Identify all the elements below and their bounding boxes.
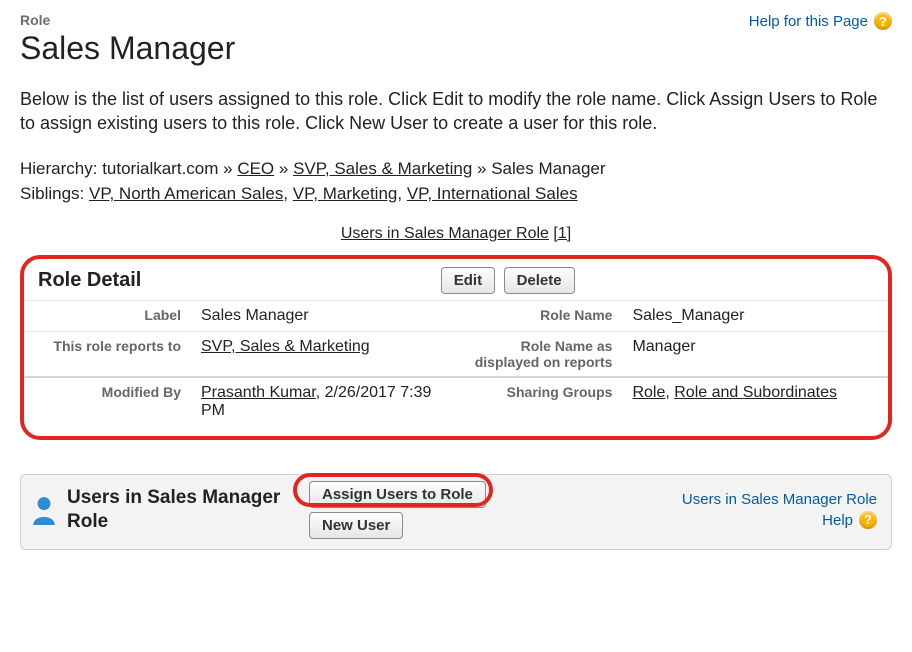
- user-icon: [31, 495, 57, 525]
- role-detail-section: Role Detail Edit Delete Label Sales Mana…: [20, 255, 892, 440]
- sibling-link-1[interactable]: VP, Marketing: [293, 184, 398, 203]
- sharing-role-link[interactable]: Role: [632, 384, 665, 401]
- assign-users-button[interactable]: Assign Users to Role: [309, 481, 486, 508]
- help-for-page-label: Help for this Page: [749, 13, 868, 30]
- users-in-role-section: Users in Sales Manager Role Assign Users…: [20, 474, 892, 550]
- edit-button[interactable]: Edit: [441, 267, 495, 294]
- help-for-page-link[interactable]: Help for this Page ?: [749, 12, 892, 30]
- reports-to-label: This role reports to: [24, 331, 191, 377]
- hierarchy-link-svp[interactable]: SVP, Sales & Marketing: [293, 159, 472, 178]
- label-value: Sales Manager: [191, 300, 455, 331]
- reports-to-link[interactable]: SVP, Sales & Marketing: [201, 338, 370, 355]
- display-name-value: Manager: [622, 331, 888, 377]
- users-help-label[interactable]: Help: [822, 510, 853, 531]
- users-help-link[interactable]: Users in Sales Manager Role: [682, 491, 877, 508]
- users-anchor-link[interactable]: Users in Sales Manager Role: [341, 225, 549, 242]
- modified-by-user-link[interactable]: Prasanth Kumar: [201, 384, 316, 401]
- page-title: Sales Manager: [20, 30, 235, 67]
- rolename-value: Sales_Manager: [622, 300, 888, 331]
- siblings-row: Siblings: VP, North American Sales, VP, …: [20, 181, 892, 207]
- sharing-role-subs-link[interactable]: Role and Subordinates: [674, 384, 837, 401]
- sibling-link-2[interactable]: VP, International Sales: [407, 184, 578, 203]
- page-description: Below is the list of users assigned to t…: [20, 87, 892, 136]
- sibling-link-0[interactable]: VP, North American Sales: [89, 184, 283, 203]
- delete-button[interactable]: Delete: [504, 267, 575, 294]
- rolename-label: Role Name: [455, 300, 622, 331]
- help-icon: ?: [874, 12, 892, 30]
- sharing-groups-label: Sharing Groups: [455, 377, 622, 426]
- page-eyebrow: Role: [20, 12, 235, 28]
- new-user-button[interactable]: New User: [309, 512, 403, 539]
- role-detail-title: Role Detail: [38, 269, 141, 292]
- display-name-label: Role Name as displayed on reports: [455, 331, 622, 377]
- users-section-title: Users in Sales Manager Role: [67, 486, 297, 534]
- hierarchy-breadcrumb: Hierarchy: tutorialkart.com » CEO » SVP,…: [20, 156, 892, 182]
- hierarchy-link-ceo[interactable]: CEO: [237, 159, 274, 178]
- label-label: Label: [24, 300, 191, 331]
- users-anchor-count: [1]: [553, 225, 571, 242]
- modified-by-label: Modified By: [24, 377, 191, 426]
- help-icon: ?: [859, 511, 877, 529]
- hierarchy-current: Sales Manager: [491, 159, 605, 178]
